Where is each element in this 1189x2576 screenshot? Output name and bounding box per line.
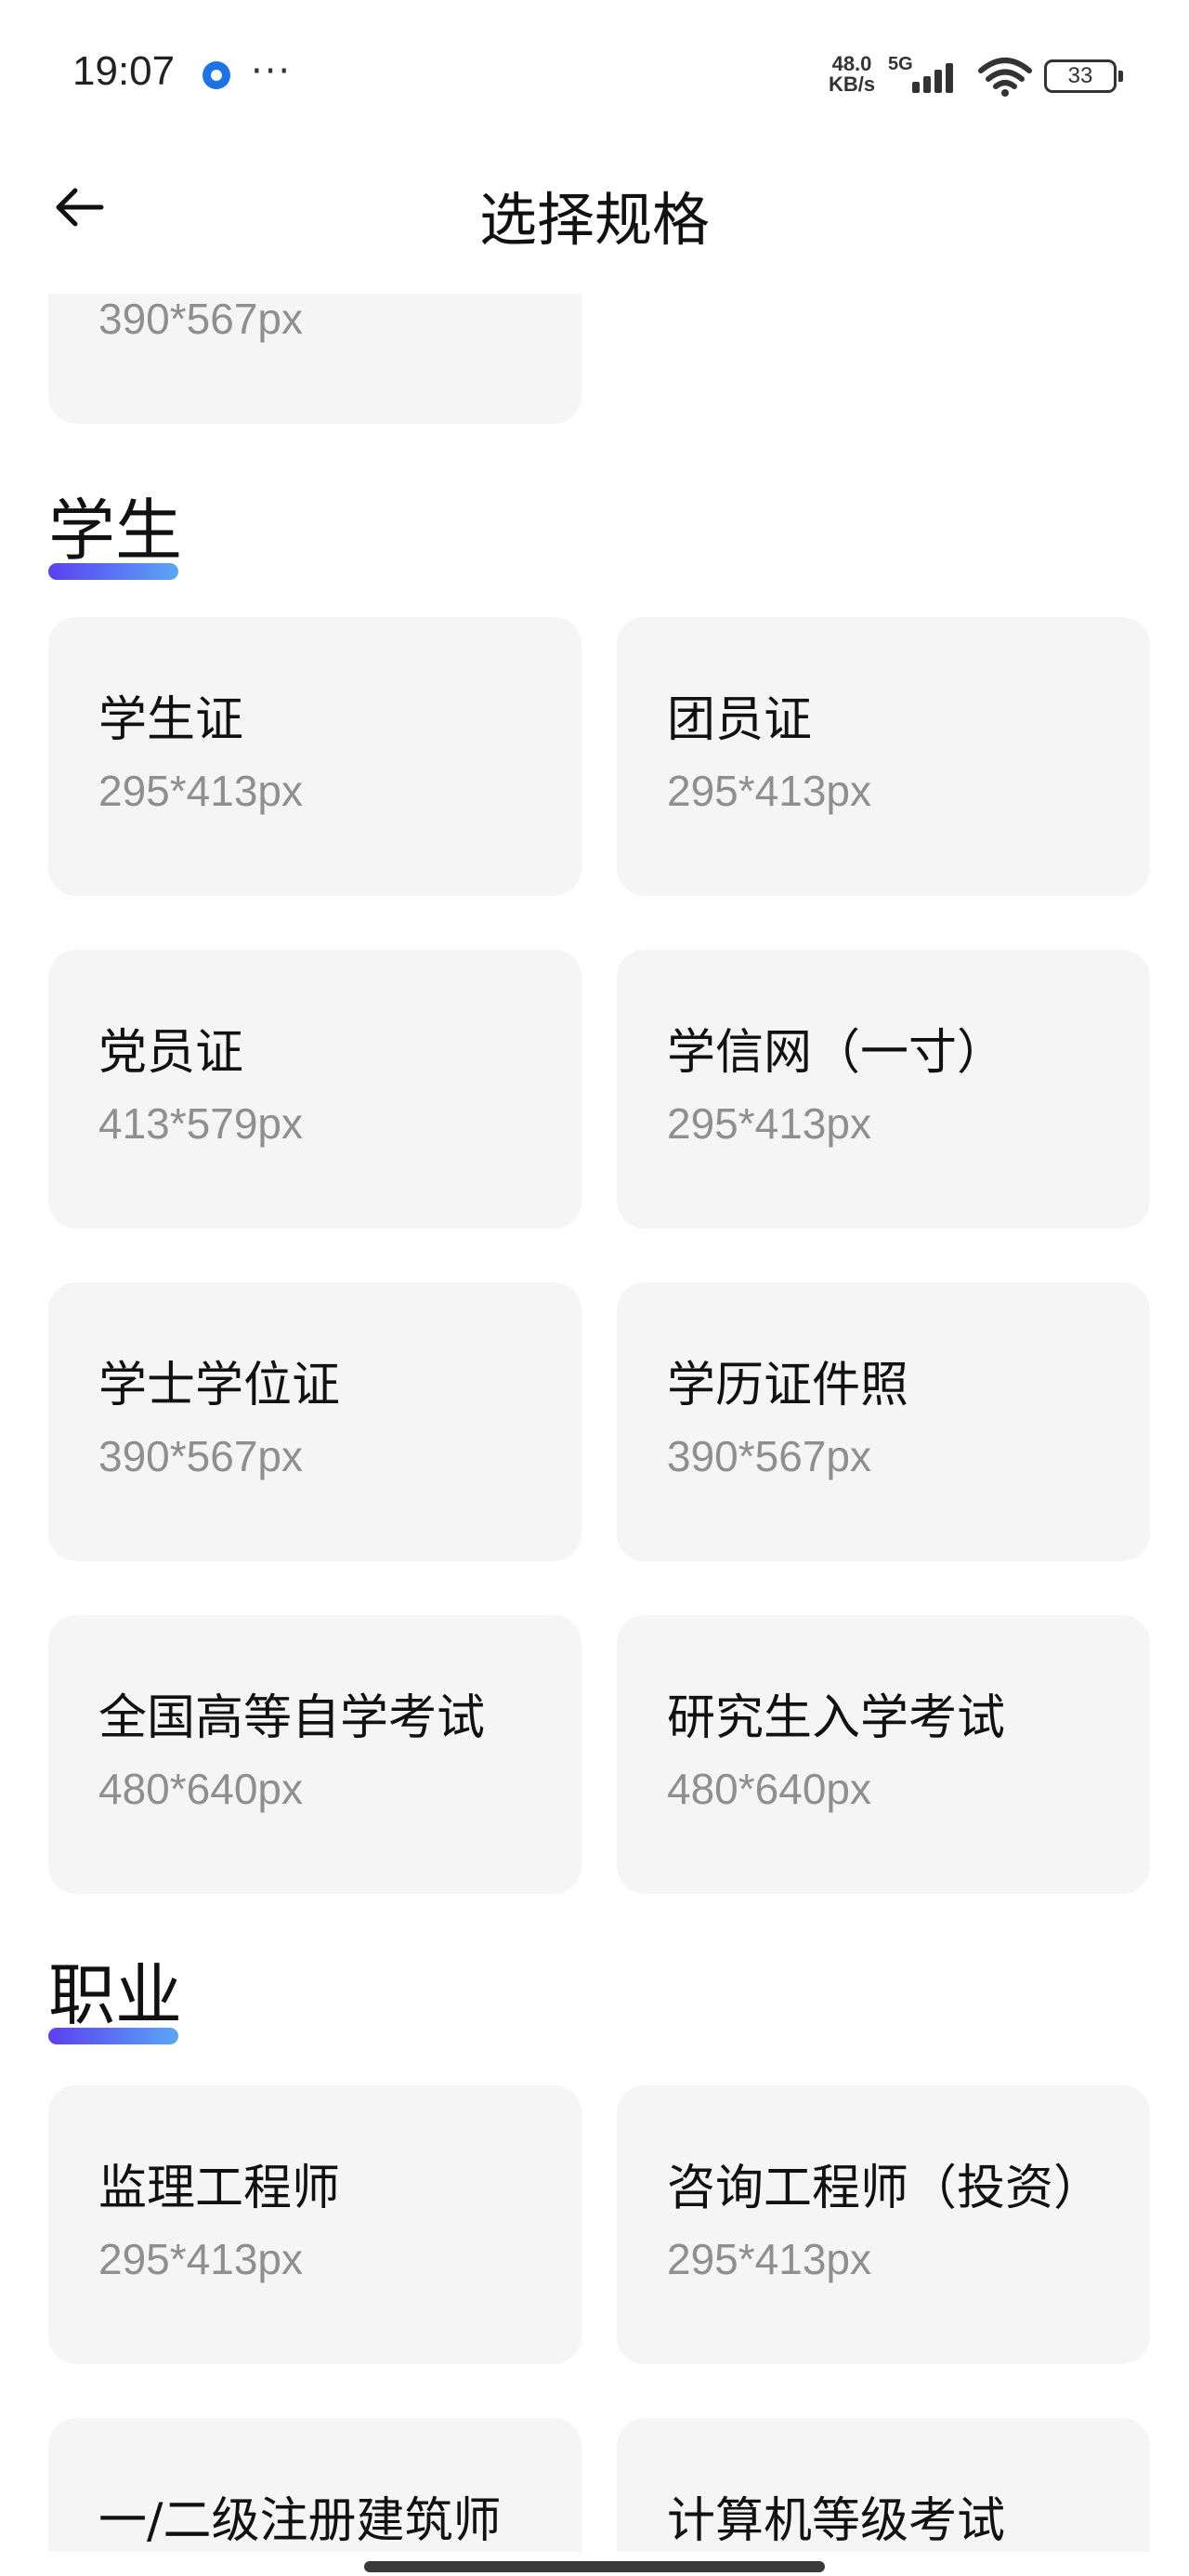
section-title: 职业: [48, 1956, 183, 2034]
card-size: 390*567px: [98, 1432, 303, 1480]
card-size: 295*413px: [98, 2235, 303, 2283]
spec-card-league-member[interactable]: 团员证 295*413px: [617, 617, 1150, 896]
card-size: 390*567px: [667, 1432, 871, 1480]
spec-card-consulting-engineer[interactable]: 咨询工程师（投资） 295*413px: [617, 2085, 1150, 2364]
spec-card-student-id[interactable]: 学生证 295*413px: [48, 617, 581, 896]
spec-card-registered-architect[interactable]: 一/二级注册建筑师: [48, 2418, 581, 2552]
spec-card-chsi[interactable]: 学信网（一寸） 295*413px: [617, 950, 1150, 1229]
card-title: 学信网（一寸）: [667, 1025, 1006, 1081]
spec-card-supervision-engineer[interactable]: 监理工程师 295*413px: [48, 2085, 581, 2364]
spec-card-education-certificate[interactable]: 学历证件照 390*567px: [617, 1282, 1150, 1561]
card-title: 学士学位证: [98, 1358, 341, 1413]
section-header-career: 职业: [48, 1953, 182, 2046]
network-type: 5G: [888, 54, 913, 74]
spec-card-computer-exam[interactable]: 计算机等级考试: [617, 2418, 1150, 2552]
signal-strength-icon: [912, 63, 953, 93]
card-size: 295*413px: [98, 767, 303, 815]
more-notifications-icon: ···: [251, 50, 293, 93]
card-title: 学历证件照: [667, 1358, 909, 1413]
card-title: 研究生入学考试: [667, 1690, 1006, 1746]
section-title: 学生: [48, 492, 183, 570]
card-size: 390*567px: [98, 295, 303, 343]
card-title: 咨询工程师（投资）: [667, 2161, 1103, 2216]
app-notification-icon: [203, 61, 230, 89]
spec-list[interactable]: 390*567px 学生 学生证 295*413px 团员证 295*413px…: [0, 294, 1189, 2552]
home-indicator[interactable]: [364, 2561, 825, 2572]
nav-bar: 选择规格: [0, 149, 1189, 269]
card-size: 295*413px: [667, 1099, 871, 1148]
card-title: 计算机等级考试: [667, 2493, 1006, 2549]
card-title: 团员证: [667, 692, 813, 748]
network-speed: 48.0 KB/s: [819, 54, 884, 95]
network-speed-unit: KB/s: [828, 72, 876, 96]
network-speed-value: 48.0: [831, 52, 872, 75]
card-size: 413*579px: [98, 1099, 303, 1148]
card-title: 一/二级注册建筑师: [98, 2493, 502, 2549]
spec-card-graduate-exam[interactable]: 研究生入学考试 480*640px: [617, 1615, 1150, 1894]
spec-card-self-study-exam[interactable]: 全国高等自学考试 480*640px: [48, 1615, 581, 1894]
card-title: 监理工程师: [98, 2161, 341, 2216]
card-size: 480*640px: [98, 1765, 303, 1813]
spec-card-party-member[interactable]: 党员证 413*579px: [48, 950, 581, 1229]
page-title: 选择规格: [478, 186, 710, 254]
card-size: 295*413px: [667, 767, 871, 815]
card-size: 295*413px: [667, 2235, 871, 2283]
card-title: 党员证: [98, 1025, 244, 1081]
wifi-icon: [978, 58, 1032, 97]
battery-indicator: 33: [1044, 59, 1123, 93]
spec-card-bachelor-degree[interactable]: 学士学位证 390*567px: [48, 1282, 581, 1561]
card-title: 学生证: [98, 692, 244, 748]
card-title: 全国高等自学考试: [98, 1690, 486, 1746]
status-time: 19:07: [72, 48, 176, 94]
section-header-student: 学生: [48, 489, 182, 582]
card-size: 480*640px: [667, 1765, 871, 1813]
status-bar: 19:07 ··· 48.0 KB/s 5G 33: [0, 0, 1189, 149]
spec-card-partial[interactable]: 390*567px: [48, 294, 581, 424]
